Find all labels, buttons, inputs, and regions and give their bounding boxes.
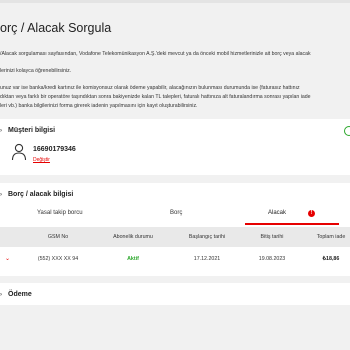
check-circle-icon [344, 126, 350, 136]
column-header-end: Bitiş tarihi [260, 234, 284, 240]
row-end-date: 19.08.2023 [258, 256, 286, 262]
intro-line: dıktan veya farklı bir operatöre taşındı… [0, 93, 311, 100]
debt-card-header[interactable]: › Borç / alacak bilgisi [0, 191, 73, 198]
tab-debt[interactable]: Borç [170, 210, 182, 216]
chevron-right-icon: › [0, 128, 2, 134]
row-gsm: (552) XXX XX 94 [37, 256, 79, 262]
payment-card-header[interactable]: › Ödeme [0, 291, 32, 298]
customer-phone: 16690179346 [33, 146, 76, 153]
intro-line: lerinizi kolayca öğrenebilirsiniz. [0, 68, 72, 75]
row-status: Aktif [127, 256, 139, 262]
chevron-down-icon[interactable]: ⌄ [5, 255, 10, 262]
customer-card-title: Müşteri bilgisi [8, 127, 56, 134]
payment-card-title: Ödeme [8, 291, 32, 298]
payment-card: › Ödeme [0, 283, 350, 305]
column-header-total: Toplam iade [316, 234, 346, 240]
row-total-refund: ₺18,86 [322, 256, 340, 262]
debt-card: › Borç / alacak bilgisi Yasal takip borcu… [0, 183, 350, 276]
row-start-date: 17.12.2021 [193, 256, 221, 262]
intro-line: unuz var ise banka/kredi kartınız ile ko… [0, 85, 300, 92]
intro-line: /Alacak sorgulaması sayfasından, Vodafon… [0, 51, 311, 57]
active-tab-indicator [245, 223, 339, 225]
column-header-start: Başlangıç tarihi [188, 234, 226, 240]
customer-card-header[interactable]: › Müşteri bilgisi [0, 127, 55, 134]
change-number-link[interactable]: Değiştir [33, 157, 50, 163]
tab-credit[interactable]: Alacak [268, 210, 286, 216]
debt-card-title: Borç / alacak bilgisi [8, 191, 74, 198]
chevron-right-icon: › [0, 292, 2, 298]
intro-text: /Alacak sorgulaması sayfasından, Vodafon… [0, 50, 350, 119]
chevron-right-icon: › [0, 192, 2, 198]
tab-legal-debt[interactable]: Yasal takip borcu [37, 210, 83, 216]
table-header: GSM No Abonelik durumu Başlangıç tarihi … [0, 227, 350, 247]
customer-card: › Müşteri bilgisi 16690179346 Değiştir [0, 119, 350, 175]
intro-line: leri vb.) banka bilgilerinizi forma gire… [0, 102, 198, 109]
user-icon [11, 143, 27, 161]
column-header-gsm: GSM No [47, 234, 69, 240]
column-header-status: Abonelik durumu [113, 234, 153, 240]
page-title: orç / Alacak Sorgula [0, 21, 112, 35]
top-strip [0, 0, 350, 3]
alert-badge: ! [308, 210, 315, 217]
